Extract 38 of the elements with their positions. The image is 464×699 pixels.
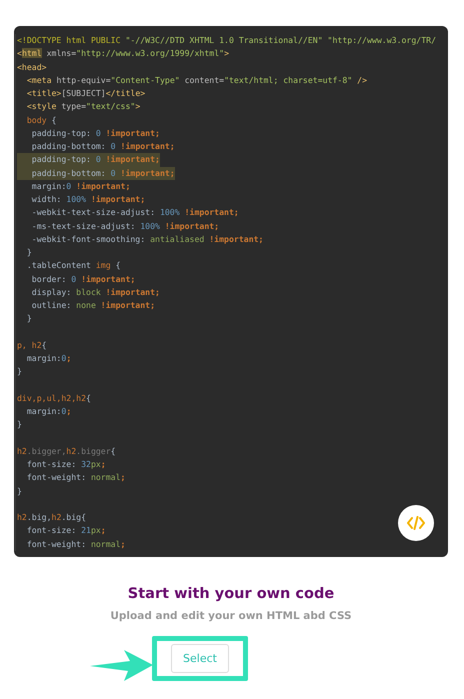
code-line: }	[26, 246, 32, 259]
code-line: font-size: 21px;	[26, 524, 106, 538]
code-view-button[interactable]	[398, 505, 434, 541]
code-line: margin:0 !important;	[30, 180, 130, 193]
code-line: -webkit-text-size-adjust: 100% !important;	[30, 206, 239, 220]
select-button[interactable]: Select	[171, 644, 229, 672]
code-line: outline: none !important;	[30, 299, 156, 312]
section-title: Start with your own code	[128, 586, 334, 602]
code-line: margin:0;	[26, 352, 72, 365]
section-subtitle: Upload and edit your own HTML abd CSS	[110, 610, 352, 622]
code-line: border: 0 !important;	[30, 272, 136, 286]
code-line: p, h2{	[17, 338, 47, 352]
code-line: <title>[SUBJECT]</title>	[26, 87, 146, 100]
code-line: padding-top: 0 !important;	[30, 126, 160, 140]
code-line: <style type="text/css">	[26, 100, 140, 114]
code-line: }	[26, 312, 32, 326]
code-line: display: block !important;	[30, 286, 160, 299]
code-line: h2.bigger,h2.bigger{	[17, 444, 116, 458]
code-line: font-weight: normal;	[26, 471, 126, 484]
code-line: -ms-text-size-adjust: 100% !important;	[30, 220, 220, 233]
code-line: <head>	[17, 60, 47, 74]
code-line: width: 100% !important;	[30, 193, 146, 206]
code-line: }	[17, 418, 22, 432]
code-line: <!DOCTYPE html PUBLIC "-//W3C//DTD XHTML 1.0 Transitional//EN" "http://www.w3.org/TR/	[17, 34, 436, 47]
code-line: font-size: 32px;	[26, 458, 106, 471]
code-line: div,p,ul,h2,h2{	[17, 392, 91, 405]
code-line: -webkit-font-smoothing: antialiased !important;	[30, 232, 264, 246]
code-line: .tableContent img {	[26, 259, 121, 272]
code-line: font-weight: normal;	[26, 538, 126, 551]
code-icon	[407, 516, 425, 530]
code-line: <meta http-equiv="Content-Type" content="text/html; charset=utf-8" />	[26, 74, 368, 87]
code-line: }	[17, 365, 22, 378]
code-line: }	[17, 484, 22, 498]
code-line: margin:0;	[26, 405, 72, 418]
code-line: padding-bottom: 0 !important;	[30, 140, 175, 153]
code-line: <html xmlns="http://www.w3.org/1999/xhtml">	[17, 47, 229, 60]
code-line: h2.big,h2.big{	[17, 511, 86, 524]
code-line: body {	[26, 114, 56, 127]
